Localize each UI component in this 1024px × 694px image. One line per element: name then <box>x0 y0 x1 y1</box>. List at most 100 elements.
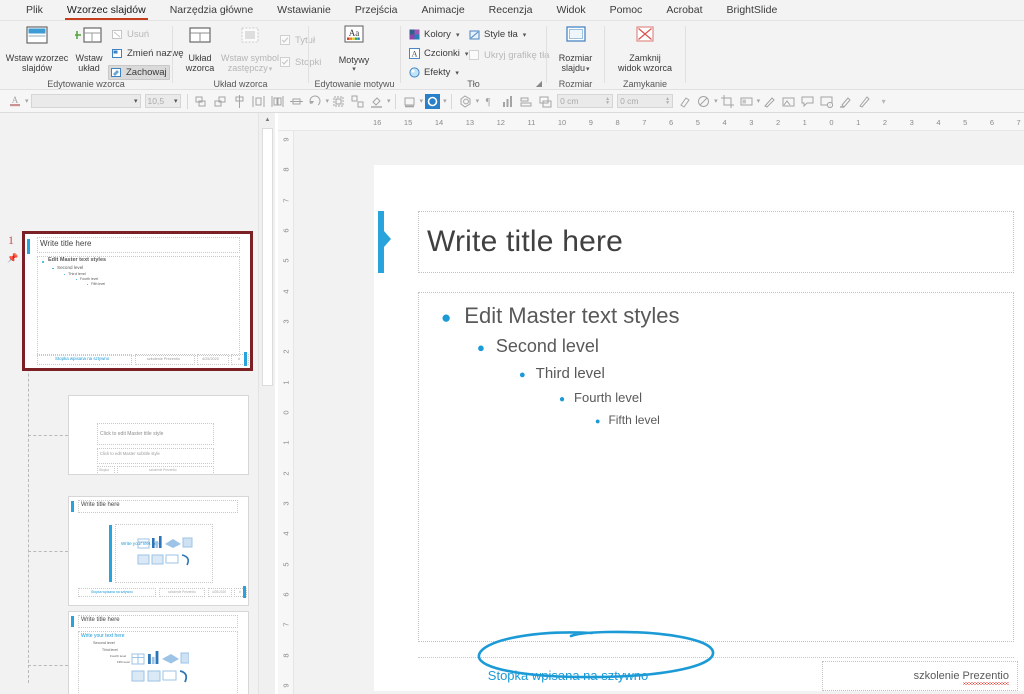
toolbar-overflow-icon[interactable]: ▾ <box>875 93 892 110</box>
insert-placeholder-button[interactable]: Wstaw symbol zastępczy▾ <box>221 25 279 76</box>
thumbnail-layout-content-1[interactable]: Write title here Write your text here St… <box>68 496 249 606</box>
comment-icon[interactable] <box>799 93 816 110</box>
rotate-icon[interactable] <box>307 93 324 110</box>
colors-button[interactable]: Kolory ▾ <box>407 27 461 42</box>
shape-fill-icon[interactable] <box>368 93 385 110</box>
ribbon-group-label-edytowanie-motywu: Edytowanie motywu <box>314 79 395 89</box>
body-placeholder[interactable]: ● Edit Master text styles ● Second level… <box>418 292 1014 642</box>
shape-effects-icon[interactable] <box>424 93 441 110</box>
hruler-tick: 1 <box>802 117 807 127</box>
vertical-ruler[interactable]: 9 8 7 6 5 4 3 2 1 0 1 2 3 4 5 6 7 8 9 <box>278 131 294 694</box>
chevron-down-icon[interactable]: ▾ <box>455 69 459 77</box>
svg-text:i: i <box>830 102 831 107</box>
ribbon-group-rozmiar: Rozmiar slajdu▾ Rozmiar <box>547 21 604 90</box>
shape-outline-icon[interactable] <box>401 93 418 110</box>
fonts-icon: A <box>409 48 420 59</box>
align-middle-icon[interactable] <box>288 93 305 110</box>
slide-canvas[interactable]: Write title here ● Edit Master text styl… <box>374 165 1024 691</box>
highlighter-icon[interactable] <box>837 93 854 110</box>
group-objects-icon[interactable] <box>330 93 347 110</box>
chevron-down-icon[interactable]: ▾ <box>420 97 424 105</box>
footer-left-text[interactable]: Stopka wpisana na sztywno <box>418 663 718 687</box>
arrange-icon[interactable] <box>518 93 535 110</box>
chevron-down-icon[interactable]: ▾ <box>134 97 138 105</box>
send-backward-icon[interactable] <box>537 93 554 110</box>
preserve-master-button[interactable]: Zachowaj <box>108 65 170 80</box>
master-layout-button[interactable]: Układ wzorca <box>179 25 221 74</box>
tab-przejscia[interactable]: Przejścia <box>343 1 410 20</box>
chevron-down-icon[interactable]: ▾ <box>476 97 480 105</box>
font-size-box[interactable]: 10,5 ▾ <box>144 94 181 108</box>
thumbnail-canvas: Write title here Edit Master text styles… <box>25 234 250 368</box>
thumbnail-scrollbar[interactable]: ▲ <box>258 113 275 694</box>
chevron-down-icon[interactable]: ▾ <box>25 97 29 105</box>
tab-wzorzec-slajdow[interactable]: Wzorzec slajdów <box>55 1 158 20</box>
fonts-button[interactable]: A Czcionki ▾ <box>407 46 470 61</box>
chevron-down-icon[interactable]: ▾ <box>757 97 761 105</box>
chevron-down-icon[interactable]: ▾ <box>326 97 330 105</box>
footer-right-placeholder[interactable]: szkolenie Prezentio <box>822 661 1018 691</box>
ungroup-objects-icon[interactable] <box>349 93 366 110</box>
format-painter-icon[interactable] <box>676 93 693 110</box>
tab-wstawianie[interactable]: Wstawianie <box>265 1 343 20</box>
text-direction-icon[interactable]: ¶ <box>480 93 497 110</box>
background-styles-button[interactable]: Style tła ▾ <box>467 27 528 42</box>
align-left-objects-icon[interactable] <box>193 93 210 110</box>
title-placeholder[interactable]: Write title here <box>418 211 1014 273</box>
chevron-down-icon[interactable]: ▾ <box>174 97 178 105</box>
spinner-icon[interactable]: ▲ ▼ <box>605 97 610 106</box>
tab-animacje[interactable]: Animacje <box>409 1 476 20</box>
shape-style-icon[interactable] <box>457 93 474 110</box>
position-x-box[interactable]: 0 cm ▲ ▼ <box>557 94 614 108</box>
align-right-objects-icon[interactable] <box>212 93 229 110</box>
chevron-down-icon[interactable]: ▾ <box>714 97 718 105</box>
font-color-icon[interactable]: A <box>6 93 23 110</box>
tab-acrobat[interactable]: Acrobat <box>654 1 714 20</box>
chevron-down-icon[interactable]: ▾ <box>443 97 447 105</box>
themes-button[interactable]: Aa Motywy ▾ <box>329 25 379 76</box>
thumbnail-layout-content-2[interactable]: Write title here Write your text here Se… <box>68 611 249 694</box>
footer-right-misspelled-word: Prezentio <box>962 670 1009 682</box>
crop-icon[interactable] <box>719 93 736 110</box>
slide-size-button[interactable]: Rozmiar slajdu▾ <box>550 25 601 76</box>
chevron-down-icon[interactable]: ▾ <box>523 31 527 39</box>
chart-icon[interactable] <box>499 93 516 110</box>
thumbnail-layout-title-slide[interactable]: Click to edit Master title style Click t… <box>68 395 249 475</box>
distribute-spacing-icon[interactable] <box>269 93 286 110</box>
alt-text-icon[interactable]: i <box>818 93 835 110</box>
chevron-down-icon[interactable]: ▾ <box>456 31 460 39</box>
slide-editing-area[interactable]: Write title here ● Edit Master text styl… <box>294 131 1024 694</box>
tab-narzedzia-glowne[interactable]: Narzędzia główne <box>158 1 265 20</box>
slide-thumbnail-panel[interactable]: 1 📌 Write title here Edit Master text st… <box>0 113 275 694</box>
align-center-icon[interactable] <box>231 93 248 110</box>
thumbnail-slide-master[interactable]: Write title here Edit Master text styles… <box>22 231 253 371</box>
effects-button[interactable]: Efekty ▾ <box>407 65 461 80</box>
themes-chevron-icon[interactable]: ▾ <box>329 65 379 76</box>
insert-layout-button[interactable]: Wstaw układ <box>70 25 108 74</box>
insert-slide-master-button[interactable]: Wstaw wzorzec slajdów <box>4 25 70 74</box>
tab-plik[interactable]: Plik <box>14 1 55 20</box>
close-master-view-button[interactable]: Zamknij widok wzorca <box>608 25 682 74</box>
spinner-icon[interactable]: ▲ ▼ <box>665 97 670 106</box>
tab-pomoc[interactable]: Pomoc <box>598 1 655 20</box>
delete-master-button[interactable]: Usuń <box>110 27 151 42</box>
thumb-c1-title: Write title here <box>81 502 120 508</box>
image-icon[interactable] <box>780 93 797 110</box>
scroll-up-button[interactable]: ▲ <box>259 113 275 127</box>
font-name-box[interactable]: ▾ <box>30 94 141 108</box>
tab-recenzja[interactable]: Recenzja <box>477 1 545 20</box>
pen-icon[interactable] <box>761 93 778 110</box>
position-y-box[interactable]: 0 cm ▲ ▼ <box>617 94 674 108</box>
close-master-label-1: Zamknij <box>629 52 661 63</box>
hide-background-graphics-checkbox[interactable]: Ukryj grafikę tła <box>467 48 551 63</box>
distribute-horizontal-icon[interactable] <box>250 93 267 110</box>
horizontal-ruler[interactable]: 16 15 14 13 12 11 10 9 8 7 6 5 4 3 2 1 0… <box>370 113 1024 131</box>
picture-layout-icon[interactable] <box>738 93 755 110</box>
tab-widok[interactable]: Widok <box>544 1 597 20</box>
scrollbar-thumb[interactable] <box>262 128 273 386</box>
no-fill-icon[interactable] <box>695 93 712 110</box>
tab-brightslide[interactable]: BrightSlide <box>715 1 790 20</box>
colors-label: Kolory <box>424 29 451 40</box>
chevron-down-icon[interactable]: ▾ <box>387 97 391 105</box>
marker-icon[interactable] <box>856 93 873 110</box>
